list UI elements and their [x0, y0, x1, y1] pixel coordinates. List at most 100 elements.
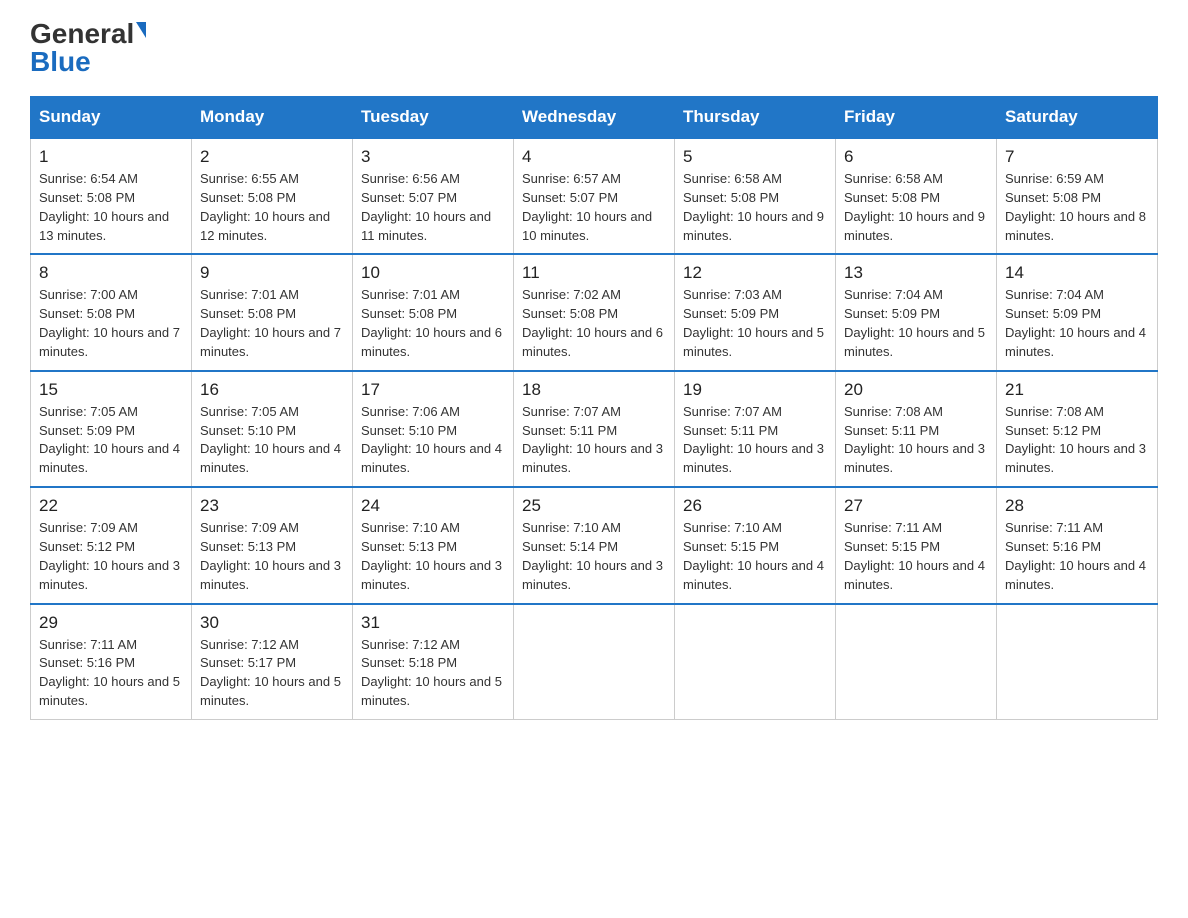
day-number: 4 [522, 147, 666, 167]
col-header-saturday: Saturday [997, 97, 1158, 139]
day-number: 20 [844, 380, 988, 400]
col-header-sunday: Sunday [31, 97, 192, 139]
day-info: Sunrise: 7:11 AMSunset: 5:16 PMDaylight:… [39, 637, 180, 709]
calendar-cell: 2 Sunrise: 6:55 AMSunset: 5:08 PMDayligh… [192, 138, 353, 254]
calendar-cell: 14 Sunrise: 7:04 AMSunset: 5:09 PMDaylig… [997, 254, 1158, 370]
calendar-cell: 31 Sunrise: 7:12 AMSunset: 5:18 PMDaylig… [353, 604, 514, 720]
day-number: 13 [844, 263, 988, 283]
day-number: 11 [522, 263, 666, 283]
calendar-cell: 12 Sunrise: 7:03 AMSunset: 5:09 PMDaylig… [675, 254, 836, 370]
calendar-cell: 22 Sunrise: 7:09 AMSunset: 5:12 PMDaylig… [31, 487, 192, 603]
day-number: 19 [683, 380, 827, 400]
day-info: Sunrise: 6:58 AMSunset: 5:08 PMDaylight:… [683, 171, 824, 243]
day-info: Sunrise: 7:09 AMSunset: 5:12 PMDaylight:… [39, 520, 180, 592]
logo-triangle-icon [136, 22, 146, 38]
day-number: 7 [1005, 147, 1149, 167]
calendar-cell: 26 Sunrise: 7:10 AMSunset: 5:15 PMDaylig… [675, 487, 836, 603]
calendar-week-row: 8 Sunrise: 7:00 AMSunset: 5:08 PMDayligh… [31, 254, 1158, 370]
page-header: General Blue [30, 20, 1158, 76]
calendar-cell [514, 604, 675, 720]
calendar-cell: 17 Sunrise: 7:06 AMSunset: 5:10 PMDaylig… [353, 371, 514, 487]
day-info: Sunrise: 7:01 AMSunset: 5:08 PMDaylight:… [361, 287, 502, 359]
day-number: 12 [683, 263, 827, 283]
col-header-monday: Monday [192, 97, 353, 139]
day-number: 30 [200, 613, 344, 633]
calendar-cell: 15 Sunrise: 7:05 AMSunset: 5:09 PMDaylig… [31, 371, 192, 487]
day-info: Sunrise: 7:11 AMSunset: 5:15 PMDaylight:… [844, 520, 985, 592]
calendar-cell: 11 Sunrise: 7:02 AMSunset: 5:08 PMDaylig… [514, 254, 675, 370]
logo-blue-text: Blue [30, 48, 91, 76]
calendar-cell: 18 Sunrise: 7:07 AMSunset: 5:11 PMDaylig… [514, 371, 675, 487]
day-number: 22 [39, 496, 183, 516]
day-info: Sunrise: 7:04 AMSunset: 5:09 PMDaylight:… [1005, 287, 1146, 359]
day-number: 5 [683, 147, 827, 167]
day-number: 16 [200, 380, 344, 400]
col-header-thursday: Thursday [675, 97, 836, 139]
day-info: Sunrise: 7:10 AMSunset: 5:15 PMDaylight:… [683, 520, 824, 592]
calendar-cell: 19 Sunrise: 7:07 AMSunset: 5:11 PMDaylig… [675, 371, 836, 487]
calendar-cell: 8 Sunrise: 7:00 AMSunset: 5:08 PMDayligh… [31, 254, 192, 370]
day-info: Sunrise: 7:10 AMSunset: 5:14 PMDaylight:… [522, 520, 663, 592]
calendar-cell: 27 Sunrise: 7:11 AMSunset: 5:15 PMDaylig… [836, 487, 997, 603]
logo: General Blue [30, 20, 146, 76]
col-header-wednesday: Wednesday [514, 97, 675, 139]
day-info: Sunrise: 7:05 AMSunset: 5:09 PMDaylight:… [39, 404, 180, 476]
calendar-cell: 3 Sunrise: 6:56 AMSunset: 5:07 PMDayligh… [353, 138, 514, 254]
calendar-cell: 1 Sunrise: 6:54 AMSunset: 5:08 PMDayligh… [31, 138, 192, 254]
col-header-tuesday: Tuesday [353, 97, 514, 139]
day-info: Sunrise: 6:58 AMSunset: 5:08 PMDaylight:… [844, 171, 985, 243]
day-info: Sunrise: 7:12 AMSunset: 5:18 PMDaylight:… [361, 637, 502, 709]
day-info: Sunrise: 6:55 AMSunset: 5:08 PMDaylight:… [200, 171, 330, 243]
day-info: Sunrise: 6:57 AMSunset: 5:07 PMDaylight:… [522, 171, 652, 243]
calendar-cell: 20 Sunrise: 7:08 AMSunset: 5:11 PMDaylig… [836, 371, 997, 487]
day-number: 6 [844, 147, 988, 167]
day-info: Sunrise: 7:02 AMSunset: 5:08 PMDaylight:… [522, 287, 663, 359]
calendar-cell: 28 Sunrise: 7:11 AMSunset: 5:16 PMDaylig… [997, 487, 1158, 603]
col-header-friday: Friday [836, 97, 997, 139]
calendar-week-row: 29 Sunrise: 7:11 AMSunset: 5:16 PMDaylig… [31, 604, 1158, 720]
day-info: Sunrise: 7:12 AMSunset: 5:17 PMDaylight:… [200, 637, 341, 709]
day-number: 17 [361, 380, 505, 400]
day-number: 14 [1005, 263, 1149, 283]
calendar-cell [675, 604, 836, 720]
calendar-week-row: 15 Sunrise: 7:05 AMSunset: 5:09 PMDaylig… [31, 371, 1158, 487]
day-info: Sunrise: 7:10 AMSunset: 5:13 PMDaylight:… [361, 520, 502, 592]
day-info: Sunrise: 7:07 AMSunset: 5:11 PMDaylight:… [683, 404, 824, 476]
day-info: Sunrise: 7:11 AMSunset: 5:16 PMDaylight:… [1005, 520, 1146, 592]
day-number: 3 [361, 147, 505, 167]
day-number: 23 [200, 496, 344, 516]
calendar-table: SundayMondayTuesdayWednesdayThursdayFrid… [30, 96, 1158, 720]
day-info: Sunrise: 7:05 AMSunset: 5:10 PMDaylight:… [200, 404, 341, 476]
logo-general-text: General [30, 20, 134, 48]
calendar-week-row: 22 Sunrise: 7:09 AMSunset: 5:12 PMDaylig… [31, 487, 1158, 603]
day-info: Sunrise: 7:08 AMSunset: 5:12 PMDaylight:… [1005, 404, 1146, 476]
calendar-cell: 5 Sunrise: 6:58 AMSunset: 5:08 PMDayligh… [675, 138, 836, 254]
day-number: 31 [361, 613, 505, 633]
calendar-cell: 10 Sunrise: 7:01 AMSunset: 5:08 PMDaylig… [353, 254, 514, 370]
calendar-cell: 30 Sunrise: 7:12 AMSunset: 5:17 PMDaylig… [192, 604, 353, 720]
calendar-cell: 16 Sunrise: 7:05 AMSunset: 5:10 PMDaylig… [192, 371, 353, 487]
calendar-cell: 7 Sunrise: 6:59 AMSunset: 5:08 PMDayligh… [997, 138, 1158, 254]
day-number: 2 [200, 147, 344, 167]
day-info: Sunrise: 7:08 AMSunset: 5:11 PMDaylight:… [844, 404, 985, 476]
day-number: 10 [361, 263, 505, 283]
day-number: 24 [361, 496, 505, 516]
day-info: Sunrise: 7:01 AMSunset: 5:08 PMDaylight:… [200, 287, 341, 359]
calendar-cell [836, 604, 997, 720]
day-info: Sunrise: 6:59 AMSunset: 5:08 PMDaylight:… [1005, 171, 1146, 243]
day-number: 27 [844, 496, 988, 516]
day-number: 25 [522, 496, 666, 516]
day-info: Sunrise: 7:07 AMSunset: 5:11 PMDaylight:… [522, 404, 663, 476]
day-number: 26 [683, 496, 827, 516]
calendar-cell: 25 Sunrise: 7:10 AMSunset: 5:14 PMDaylig… [514, 487, 675, 603]
calendar-cell [997, 604, 1158, 720]
day-number: 21 [1005, 380, 1149, 400]
day-info: Sunrise: 6:56 AMSunset: 5:07 PMDaylight:… [361, 171, 491, 243]
day-number: 29 [39, 613, 183, 633]
day-number: 1 [39, 147, 183, 167]
calendar-cell: 13 Sunrise: 7:04 AMSunset: 5:09 PMDaylig… [836, 254, 997, 370]
day-number: 28 [1005, 496, 1149, 516]
day-info: Sunrise: 7:04 AMSunset: 5:09 PMDaylight:… [844, 287, 985, 359]
day-info: Sunrise: 7:06 AMSunset: 5:10 PMDaylight:… [361, 404, 502, 476]
day-number: 8 [39, 263, 183, 283]
